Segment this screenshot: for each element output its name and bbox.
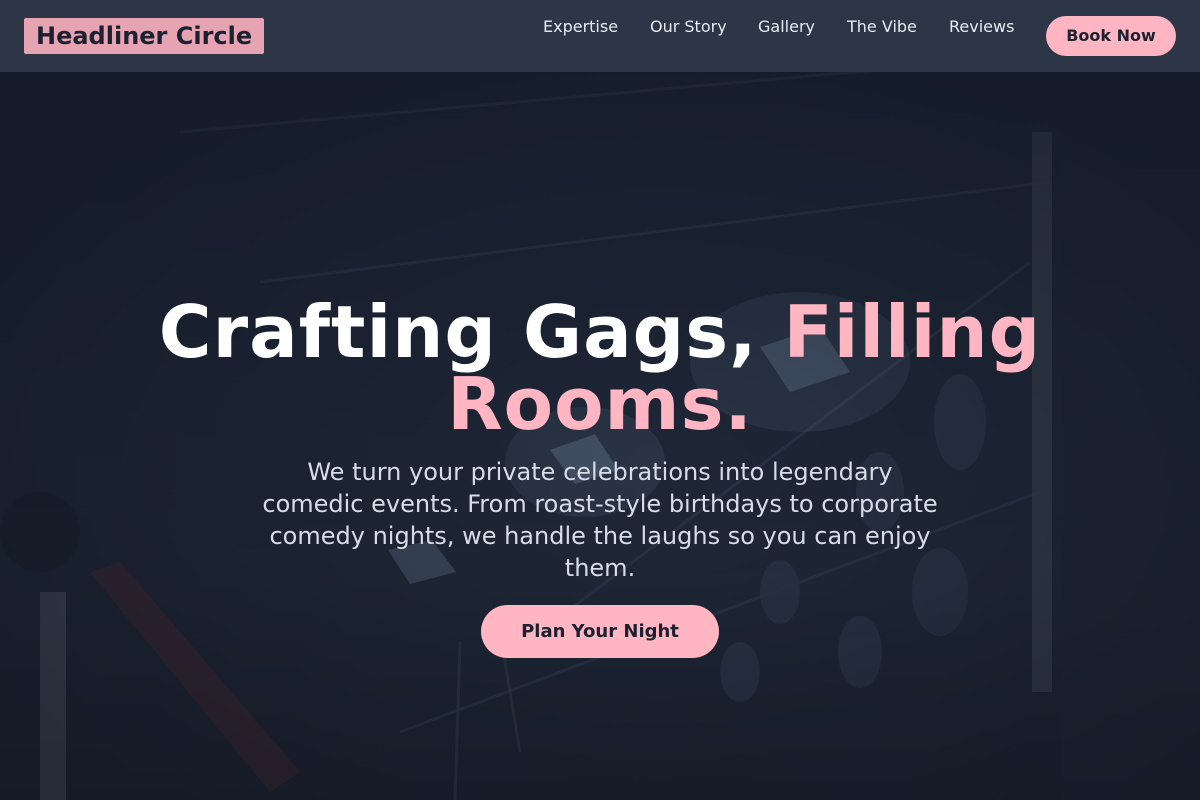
hero-title-accent-1: Filling	[783, 290, 1042, 374]
hero-title-accent-2: Rooms.	[447, 362, 753, 446]
nav-link-reviews[interactable]: Reviews	[949, 17, 1014, 37]
hero-subtitle: We turn your private celebrations into l…	[262, 458, 938, 582]
book-now-button[interactable]: Book Now	[1046, 16, 1176, 56]
hero-title: Crafting Gags, Filling Rooms.	[100, 296, 1100, 440]
nav-link-the-vibe[interactable]: The Vibe	[847, 17, 917, 37]
hero-section: Crafting Gags, Filling Rooms. We turn you…	[0, 72, 1200, 800]
plan-your-night-button[interactable]: Plan Your Night	[481, 605, 719, 658]
nav-link-gallery[interactable]: Gallery	[758, 17, 815, 37]
site-header: Headliner Circle Expertise Our Story Gal…	[0, 0, 1200, 72]
nav-link-our-story[interactable]: Our Story	[650, 17, 727, 37]
brand-logo[interactable]: Headliner Circle	[24, 18, 265, 54]
nav-link-expertise[interactable]: Expertise	[543, 17, 618, 37]
